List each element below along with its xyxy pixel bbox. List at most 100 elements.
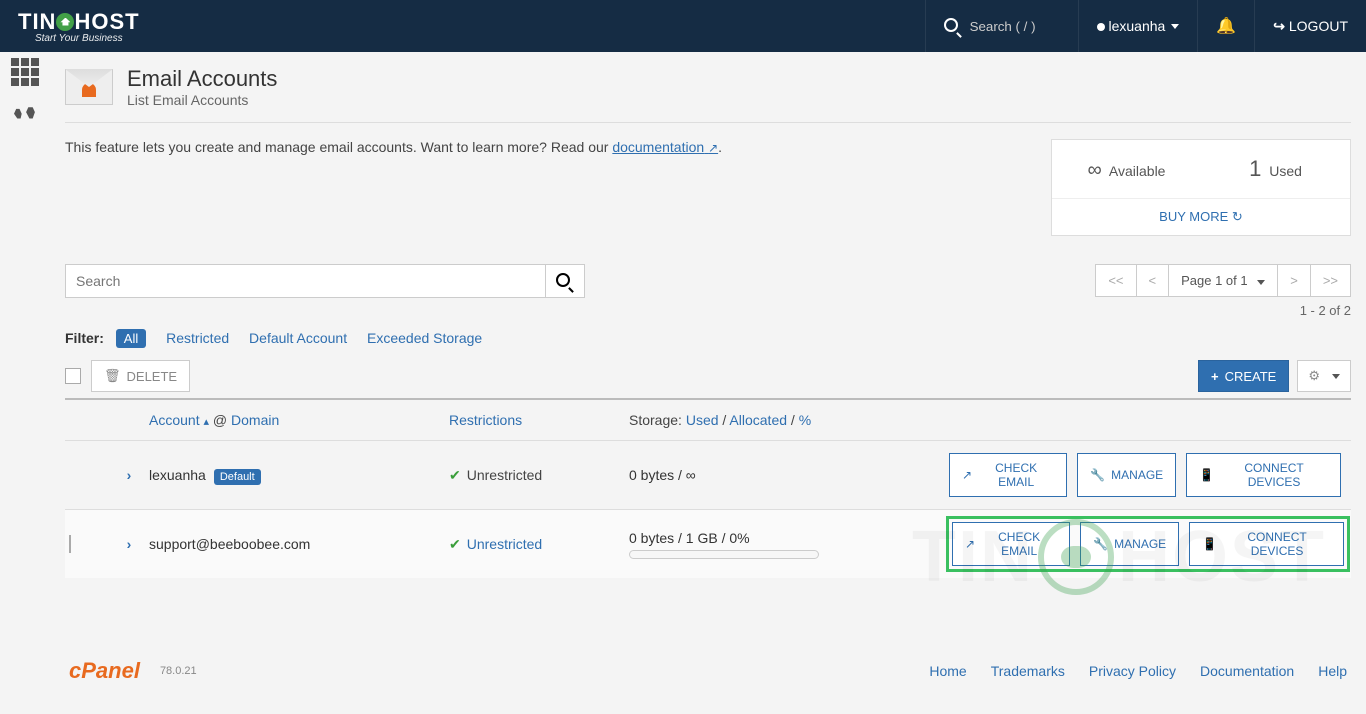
storage-value: 0 bytes / 1 GB / 0% bbox=[629, 530, 949, 546]
stat-used: 1 Used bbox=[1201, 140, 1350, 198]
restriction-value[interactable]: Unrestricted bbox=[467, 536, 542, 552]
mobile-icon bbox=[1199, 468, 1214, 482]
pager-last[interactable]: >> bbox=[1310, 265, 1350, 296]
col-account[interactable]: Account bbox=[149, 412, 209, 428]
user-menu[interactable]: lexuanha bbox=[1078, 0, 1198, 52]
page-title: Email Accounts bbox=[127, 66, 277, 92]
col-restrictions[interactable]: Restrictions bbox=[449, 412, 522, 428]
global-search-input[interactable] bbox=[970, 19, 1060, 34]
stat-available: Available bbox=[1052, 140, 1201, 198]
account-name: lexuanha bbox=[149, 467, 206, 483]
wrench-icon bbox=[1090, 468, 1105, 482]
create-button[interactable]: CREATE bbox=[1198, 360, 1289, 392]
external-link-icon bbox=[708, 139, 718, 155]
page-header: Email Accounts List Email Accounts bbox=[65, 62, 1351, 123]
col-percent[interactable]: % bbox=[799, 412, 811, 428]
pager: << < Page 1 of 1 > >> 1 - 2 of 2 bbox=[1095, 264, 1351, 318]
col-used[interactable]: Used bbox=[686, 412, 719, 428]
row-checkbox[interactable] bbox=[69, 535, 71, 553]
connect-devices-button[interactable]: CONNECT DEVICES bbox=[1189, 522, 1344, 566]
email-icon bbox=[65, 69, 113, 105]
cpanel-logo: cPanel bbox=[69, 658, 140, 684]
user-name: lexuanha bbox=[1109, 18, 1166, 34]
home-icon bbox=[56, 13, 74, 31]
topbar: TINHOST Start Your Business lexuanha LOG… bbox=[0, 0, 1366, 52]
settings-menu-button[interactable] bbox=[1297, 360, 1351, 392]
infinity-icon bbox=[1088, 156, 1102, 181]
expand-row-button[interactable]: › bbox=[109, 536, 149, 552]
ext-icon bbox=[962, 468, 972, 482]
page-subtitle: List Email Accounts bbox=[127, 92, 277, 108]
table-search bbox=[65, 264, 585, 298]
restriction-value: Unrestricted bbox=[467, 467, 542, 483]
table-row: ›support@beeboobee.com✔Unrestricted0 byt… bbox=[65, 509, 1351, 578]
table-search-input[interactable] bbox=[65, 264, 545, 298]
mobile-icon bbox=[1202, 537, 1217, 551]
default-badge: Default bbox=[214, 469, 261, 485]
logout-label: LOGOUT bbox=[1289, 18, 1348, 34]
logout-icon bbox=[1273, 18, 1285, 35]
table-search-button[interactable] bbox=[545, 264, 585, 298]
connect-devices-button[interactable]: CONNECT DEVICES bbox=[1186, 453, 1341, 497]
pager-label[interactable]: Page 1 of 1 bbox=[1168, 265, 1277, 296]
delete-button[interactable]: DELETE bbox=[91, 360, 190, 392]
footer-link[interactable]: Privacy Policy bbox=[1089, 663, 1176, 679]
manage-button[interactable]: MANAGE bbox=[1080, 522, 1179, 566]
filter-default[interactable]: Default Account bbox=[249, 330, 347, 346]
search-icon bbox=[556, 275, 574, 290]
storage-value: 0 bytes / ∞ bbox=[629, 467, 949, 483]
gear-icon bbox=[1308, 368, 1320, 384]
footer-link[interactable]: Documentation bbox=[1200, 663, 1294, 679]
filter-all[interactable]: All bbox=[116, 329, 146, 348]
cpanel-version: 78.0.21 bbox=[160, 665, 197, 677]
pager-first[interactable]: << bbox=[1096, 265, 1135, 296]
global-search[interactable] bbox=[925, 0, 1078, 52]
documentation-link[interactable]: documentation bbox=[612, 139, 718, 155]
expand-row-button[interactable]: › bbox=[109, 467, 149, 483]
footer-link[interactable]: Home bbox=[929, 663, 966, 679]
footer: cPanel 78.0.21 Home Trademarks Privacy Pol… bbox=[65, 658, 1351, 684]
footer-link[interactable]: Trademarks bbox=[991, 663, 1065, 679]
table-row: ›lexuanha Default ✔ Unrestricted 0 bytes / ∞… bbox=[65, 440, 1351, 509]
pager-prev[interactable]: < bbox=[1136, 265, 1169, 296]
search-icon bbox=[944, 18, 962, 35]
apps-grid-button[interactable] bbox=[0, 52, 50, 92]
filter-label: Filter: bbox=[65, 330, 104, 346]
people-icon bbox=[14, 103, 36, 122]
chevron-down-icon bbox=[1332, 374, 1340, 379]
account-name: support@beeboobee.com bbox=[149, 536, 310, 552]
manage-button[interactable]: MANAGE bbox=[1077, 453, 1176, 497]
buy-more-button[interactable]: BUY MORE bbox=[1052, 198, 1350, 235]
main-content: Email Accounts List Email Accounts This … bbox=[50, 52, 1366, 714]
pager-range: 1 - 2 of 2 bbox=[1095, 303, 1351, 318]
intro-text: This feature lets you create and manage … bbox=[65, 139, 1031, 155]
check-icon: ✔ bbox=[449, 467, 461, 483]
pager-next[interactable]: > bbox=[1277, 265, 1310, 296]
filter-exceeded[interactable]: Exceeded Storage bbox=[367, 330, 482, 346]
notifications-button[interactable] bbox=[1197, 0, 1254, 52]
user-icon bbox=[1097, 18, 1105, 34]
refresh-icon bbox=[1232, 209, 1243, 224]
logout-button[interactable]: LOGOUT bbox=[1254, 0, 1366, 52]
trash-icon bbox=[104, 368, 121, 384]
bell-icon bbox=[1216, 16, 1236, 36]
wrench-icon bbox=[1093, 537, 1108, 551]
filter-bar: Filter: All Restricted Default Account E… bbox=[65, 330, 1351, 346]
quota-panel: Available 1 Used BUY MORE bbox=[1051, 139, 1351, 236]
check-email-button[interactable]: CHECK EMAIL bbox=[952, 522, 1070, 566]
users-button[interactable] bbox=[0, 92, 50, 132]
filter-restricted[interactable]: Restricted bbox=[166, 330, 229, 346]
chevron-down-icon bbox=[1257, 280, 1265, 285]
col-allocated[interactable]: Allocated bbox=[729, 412, 787, 428]
grid-icon bbox=[11, 58, 39, 86]
check-email-button[interactable]: CHECK EMAIL bbox=[949, 453, 1067, 497]
col-domain[interactable]: Domain bbox=[231, 412, 279, 428]
plus-icon bbox=[1211, 369, 1219, 384]
footer-links: Home Trademarks Privacy Policy Documentatio… bbox=[929, 663, 1347, 679]
brand-logo[interactable]: TINHOST Start Your Business bbox=[0, 5, 158, 48]
footer-link[interactable]: Help bbox=[1318, 663, 1347, 679]
chevron-down-icon bbox=[1171, 24, 1179, 29]
side-strip bbox=[0, 52, 50, 668]
col-storage: Storage: Used / Allocated / % bbox=[629, 412, 949, 428]
select-all-checkbox[interactable] bbox=[65, 368, 81, 384]
